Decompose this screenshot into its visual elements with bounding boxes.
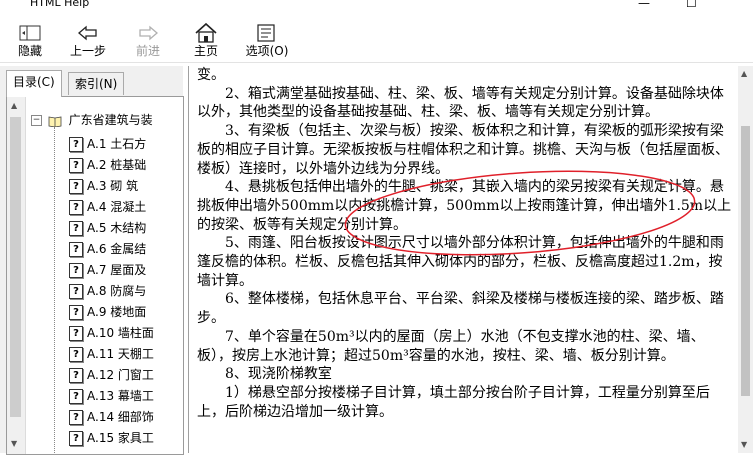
tree-item[interactable]: ? A.15 家具工: [69, 429, 154, 447]
tree-item-label: A.8 防腐与: [87, 284, 147, 298]
tree-item[interactable]: ? A.13 幕墙工: [69, 387, 154, 405]
scroll-up-icon[interactable]: ▲: [741, 69, 747, 78]
tree-root-label: 广东省建筑与装: [68, 113, 153, 127]
tree-item-label: A.7 屋面及: [87, 263, 147, 277]
home-icon: [195, 22, 217, 43]
forward-label: 前进: [135, 44, 160, 58]
paragraph: 6、整体楼梯，包括休息平台、平台梁、斜梁及楼梯与楼板连接的梁、踏步板、踏步。: [197, 291, 724, 327]
tree-item[interactable]: ? A.4 混凝土: [69, 198, 146, 216]
paragraph: 1）梯悬空部分按楼梯子目计算，填土部分按台阶子目计算，工程量分别算至后上，后阶梯…: [197, 384, 710, 420]
help-topic-icon: ?: [69, 200, 83, 215]
tab-contents[interactable]: 目录(C): [6, 70, 62, 97]
options-button[interactable]: 选项(O): [244, 22, 290, 58]
scroll-down-icon[interactable]: ▼: [11, 439, 17, 448]
tree-item[interactable]: ? A.3 砌 筑: [69, 177, 138, 195]
back-arrow-icon: [78, 25, 97, 41]
help-topic-icon: ?: [69, 410, 83, 425]
tree-item-label: A.2 桩基础: [87, 158, 147, 172]
tree-item-label: A.11 天棚工: [87, 347, 154, 361]
tree-scroll-thumb[interactable]: [10, 117, 21, 417]
home-label: 主页: [193, 44, 218, 58]
back-button[interactable]: 上一步: [68, 22, 108, 58]
help-topic-icon: ?: [69, 137, 83, 152]
options-icon: [257, 24, 275, 42]
tree-item[interactable]: ? A.2 桩基础: [69, 156, 146, 174]
tree-item-label: A.6 金属结: [87, 242, 147, 256]
tree-item[interactable]: ? A.7 屋面及: [69, 261, 146, 279]
minimize-button[interactable]: —: [638, 0, 650, 10]
tree-item[interactable]: ? A.10 墙柱面: [69, 324, 154, 342]
tree-item[interactable]: ? A.11 天棚工: [69, 345, 154, 363]
tree-item-label: A.15 家具工: [87, 431, 154, 445]
tree-item-label: A.1 土石方: [87, 137, 147, 151]
paragraph: 8、现浇阶梯教室: [197, 366, 332, 383]
tree-item[interactable]: ? A.1 土石方: [69, 135, 146, 153]
contents-tree: ▲ ▼ − 广东省建筑与装 ? A.1 土石方 ? A.2 桩基础 ? A.3 砌 筑…: [6, 96, 184, 455]
back-label: 上一步: [69, 44, 106, 58]
help-topic-icon: ?: [69, 158, 83, 173]
help-topic-icon: ?: [69, 221, 83, 236]
options-label: 选项(O): [245, 44, 289, 58]
paragraph: 3、有梁板（包括主、次梁与板）按梁、板体积之和计算，有梁板的弧形梁按有梁板的相应…: [197, 123, 729, 177]
help-topic-icon: ?: [69, 242, 83, 257]
paragraph: 5、雨篷、阳台板按设计图示尺寸以墙外部分体积计算，包括伸出墙外的牛腿和雨篷反檐的…: [197, 235, 724, 289]
tree-item-label: A.14 细部饰: [87, 410, 154, 424]
content-scrollbar[interactable]: ▲ ▼: [738, 66, 753, 453]
tree-item-label: A.5 木结构: [87, 221, 147, 235]
help-topic-icon: ?: [69, 305, 83, 320]
title-bar: HTML Help — ☐: [0, 0, 753, 12]
home-button[interactable]: 主页: [192, 22, 220, 58]
help-topic-icon: ?: [69, 347, 83, 362]
maximize-button[interactable]: ☐: [686, 0, 697, 10]
help-topic-icon: ?: [69, 284, 83, 299]
tree-item-label: A.9 楼地面: [87, 305, 147, 319]
paragraph: 7、单个容量在50m³以内的屋面（房上）水池（不包支撑水池的柱、梁、墙、板），按…: [197, 328, 705, 364]
window-title: HTML Help: [30, 0, 90, 9]
help-topic-icon: ?: [69, 179, 83, 194]
help-topic-icon: ?: [69, 431, 83, 446]
help-topic-icon: ?: [69, 389, 83, 404]
content-scroll-thumb[interactable]: [741, 126, 750, 396]
navigation-pane: 目录(C) 索引(N) ▲ ▼ − 广东省建筑与装 ? A.1 土石方 ? A.2 …: [0, 66, 184, 455]
tree-item[interactable]: ? A.6 金属结: [69, 240, 146, 258]
open-book-icon: [48, 116, 62, 127]
scroll-up-icon[interactable]: ▲: [11, 101, 17, 110]
hide-label: 隐藏: [17, 44, 42, 58]
tree-item[interactable]: ? A.5 木结构: [69, 219, 146, 237]
tree-item-label: A.10 墙柱面: [87, 326, 154, 340]
paragraph: 4、悬挑板包括伸出墙外的牛腿、挑梁，其嵌入墙内的梁另按梁有关规定计算。悬挑板伸出…: [197, 179, 732, 233]
paragraph: 变。: [197, 67, 225, 83]
tree-root-node[interactable]: − 广东省建筑与装: [31, 111, 153, 129]
help-topic-icon: ?: [69, 326, 83, 341]
tree-connector-line: [54, 127, 55, 454]
tree-item-label: A.3 砌 筑: [87, 179, 139, 193]
help-topic-icon: ?: [69, 368, 83, 383]
toolbar: 隐藏 上一步 前进 主页 选项(O): [0, 12, 753, 63]
tree-item[interactable]: ? A.8 防腐与: [69, 282, 146, 300]
tree-item[interactable]: ? A.14 细部饰: [69, 408, 154, 426]
collapse-icon[interactable]: −: [31, 115, 42, 126]
tree-scrollbar[interactable]: ▲ ▼: [7, 97, 26, 454]
scroll-down-icon[interactable]: ▼: [741, 440, 747, 449]
hide-button[interactable]: 隐藏: [14, 22, 46, 58]
help-topic-icon: ?: [69, 263, 83, 278]
tab-index[interactable]: 索引(N): [68, 72, 125, 95]
tree-item[interactable]: ? A.9 楼地面: [69, 303, 146, 321]
forward-button[interactable]: 前进: [132, 22, 164, 58]
tree-item-label: A.13 幕墙工: [87, 389, 154, 403]
tree-item-label: A.4 混凝土: [87, 200, 147, 214]
forward-arrow-icon: [139, 25, 158, 41]
tree-item-label: A.12 门窗工: [87, 368, 154, 382]
tree-item[interactable]: ? A.12 门窗工: [69, 366, 154, 384]
paragraph: 2、箱式满堂基础按基础、柱、梁、板、墙等有关规定分别计算。设备基础除块体以外，其…: [197, 85, 724, 121]
topic-content: 变。 2、箱式满堂基础按基础、柱、梁、板、墙等有关规定分别计算。设备基础除块体以…: [188, 66, 739, 453]
hide-icon: [19, 25, 41, 41]
